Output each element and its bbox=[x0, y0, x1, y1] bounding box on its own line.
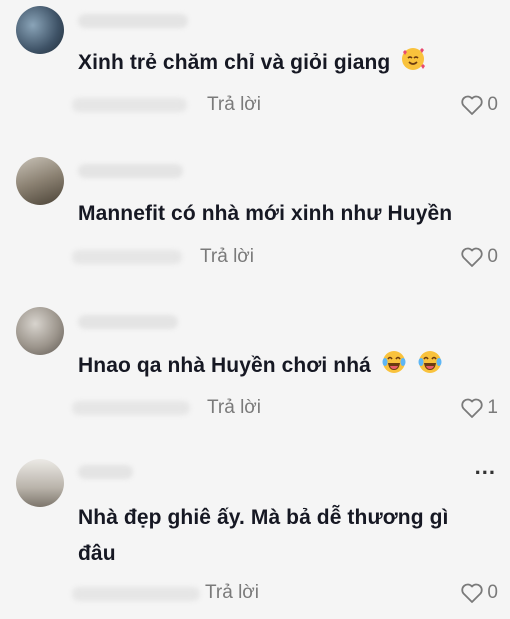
smiling-face-with-hearts-icon bbox=[400, 46, 426, 84]
comment-text: Mannefit có nhà mới xinh như Huyền bbox=[78, 196, 452, 232]
username[interactable] bbox=[78, 465, 133, 479]
comment-text-line: Nhà đẹp ghiê ấy. Mà bả dễ thương gì bbox=[78, 506, 449, 529]
avatar[interactable] bbox=[16, 6, 64, 54]
heart-icon bbox=[460, 246, 484, 268]
like-button[interactable]: 1 bbox=[460, 396, 498, 420]
more-options-button[interactable]: ... bbox=[475, 456, 496, 478]
comment-text-value: Xinh trẻ chăm chỉ và giỏi giang bbox=[78, 51, 391, 74]
comment-text: Hnao qa nhà Huyền chơi nhá bbox=[78, 348, 443, 387]
comment-text-line: đâu bbox=[78, 542, 116, 565]
avatar[interactable] bbox=[16, 157, 64, 205]
reply-button[interactable]: Trả lời bbox=[200, 245, 254, 269]
reply-button[interactable]: Trả lời bbox=[207, 396, 261, 420]
username[interactable] bbox=[78, 164, 183, 178]
reply-button[interactable]: Trả lời bbox=[205, 581, 259, 605]
comment-text: Xinh trẻ chăm chỉ và giỏi giang bbox=[78, 45, 426, 84]
avatar[interactable] bbox=[16, 459, 64, 507]
laughing-with-tears-icon bbox=[381, 349, 407, 387]
timestamp bbox=[72, 250, 182, 264]
like-count: 0 bbox=[487, 94, 498, 115]
reply-button[interactable]: Trả lời bbox=[207, 93, 261, 117]
heart-icon bbox=[460, 397, 484, 419]
timestamp bbox=[72, 401, 190, 415]
like-button[interactable]: 0 bbox=[460, 93, 498, 117]
comment-text-value: Hnao qa nhà Huyền chơi nhá bbox=[78, 354, 371, 377]
like-count: 0 bbox=[487, 582, 498, 603]
heart-icon bbox=[460, 582, 484, 604]
username[interactable] bbox=[78, 14, 188, 28]
avatar[interactable] bbox=[16, 307, 64, 355]
heart-icon bbox=[460, 94, 484, 116]
like-count: 0 bbox=[487, 246, 498, 267]
comment-text-value: Mannefit có nhà mới xinh như Huyền bbox=[78, 202, 453, 225]
like-count: 1 bbox=[487, 397, 498, 418]
laughing-with-tears-icon bbox=[417, 349, 443, 387]
timestamp bbox=[72, 587, 200, 601]
comment-text: Nhà đẹp ghiê ấy. Mà bả dễ thương gì đâu bbox=[78, 500, 448, 572]
like-button[interactable]: 0 bbox=[460, 245, 498, 269]
like-button[interactable]: 0 bbox=[460, 581, 498, 605]
username[interactable] bbox=[78, 315, 178, 329]
timestamp bbox=[72, 98, 187, 112]
